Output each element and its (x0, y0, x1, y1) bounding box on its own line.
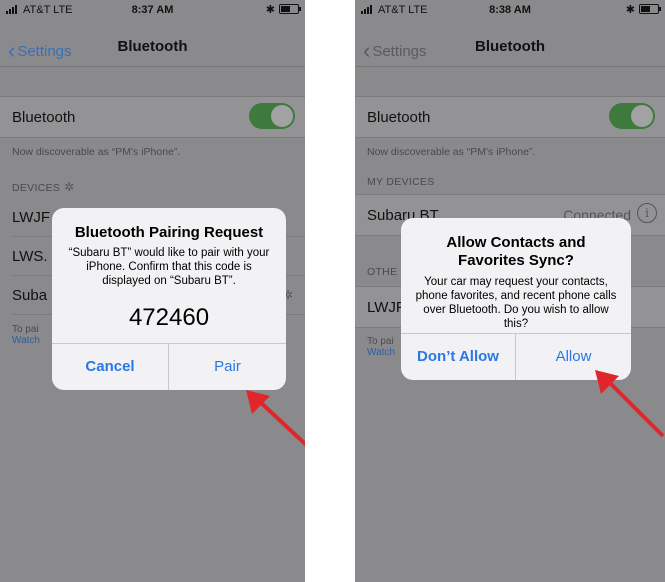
footer-note: To pai Watch (12, 324, 40, 346)
cancel-button[interactable]: Cancel (52, 344, 169, 390)
watch-link: Watch (367, 347, 395, 358)
other-devices-header: OTHE (367, 266, 398, 278)
pairing-code: 472460 (128, 304, 210, 331)
pair-button[interactable]: Pair (169, 344, 286, 390)
left-phone-screen: AT&T LTE 8:37 AM ✱ ‹ Settings Bluetooth B… (0, 0, 305, 582)
nav-bar: ‹ Settings Bluetooth (355, 22, 665, 67)
footer-note: To pai Watch (367, 336, 395, 358)
nav-bar: ‹ Settings Bluetooth (0, 22, 305, 67)
battery-icon (639, 4, 661, 14)
bluetooth-icon: ✱ (265, 4, 275, 16)
sync-alert: Allow Contacts and Favorites Sync? Your … (401, 218, 631, 380)
discoverable-note: Now discoverable as “PM's iPhone”. (12, 146, 181, 158)
status-bar: AT&T LTE 8:37 AM ✱ (0, 0, 305, 20)
alert-message: “Subaru BT” would like to pair with your… (68, 247, 270, 287)
bluetooth-icon: ✱ (625, 4, 635, 16)
discoverable-note: Now discoverable as “PM's iPhone”. (367, 146, 536, 158)
info-icon[interactable]: i (637, 203, 657, 223)
bluetooth-toggle-row: Bluetooth (0, 96, 305, 138)
bluetooth-label: Bluetooth (12, 109, 76, 126)
watch-link[interactable]: Watch (12, 335, 40, 346)
bluetooth-toggle[interactable] (249, 103, 295, 129)
page-title: Bluetooth (117, 38, 188, 55)
devices-header: DEVICES ✲ (12, 180, 75, 194)
battery-icon (279, 4, 301, 14)
status-time: 8:38 AM (489, 4, 531, 16)
spinner-icon: ✲ (64, 180, 75, 194)
bluetooth-label: Bluetooth (367, 109, 431, 126)
bluetooth-toggle-row: Bluetooth (355, 96, 665, 138)
alert-title: Allow Contacts and Favorites Sync? (446, 234, 586, 269)
status-bar: AT&T LTE 8:38 AM ✱ (355, 0, 665, 20)
page-title: Bluetooth (475, 38, 545, 55)
right-phone-screen: AT&T LTE 8:38 AM ✱ ‹ Settings Bluetooth B… (355, 0, 665, 582)
alert-message: Your car may request your contacts, phon… (415, 276, 617, 330)
status-time: 8:37 AM (131, 4, 174, 16)
bluetooth-toggle[interactable] (609, 103, 655, 129)
red-arrow-icon (246, 390, 305, 447)
dont-allow-button[interactable]: Don’t Allow (401, 334, 516, 380)
alert-title: Bluetooth Pairing Request (74, 224, 264, 241)
red-arrow-icon (595, 370, 665, 438)
my-devices-header: MY DEVICES (367, 176, 435, 188)
pairing-alert: Bluetooth Pairing Request “Subaru BT” wo… (52, 208, 286, 390)
